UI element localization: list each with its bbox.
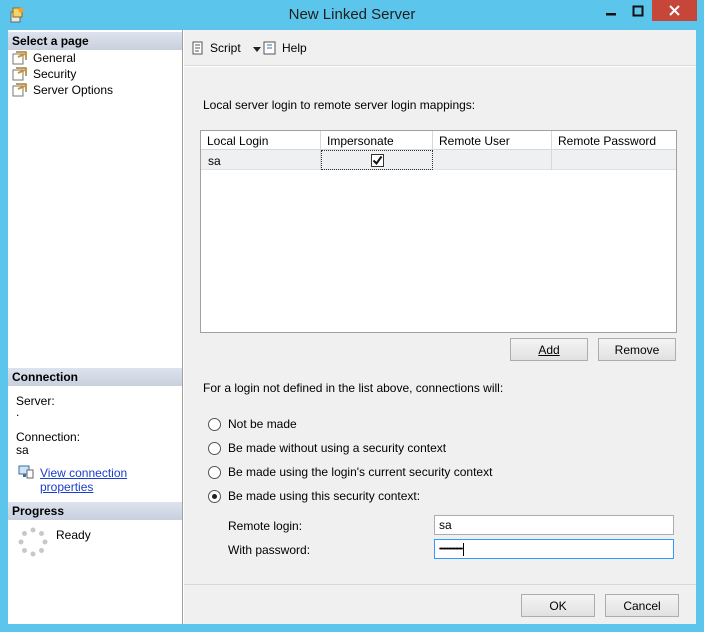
- radio-button-selected[interactable]: [208, 489, 221, 503]
- radio-not-be-made[interactable]: Not be made: [208, 417, 297, 431]
- password-input[interactable]: ••••••••••••••••: [434, 539, 674, 559]
- not-defined-caption: For a login not defined in the list abov…: [203, 381, 504, 395]
- script-icon: [192, 41, 203, 55]
- view-connection-properties-link[interactable]: View connection properties: [40, 466, 182, 494]
- help-icon: [263, 41, 276, 55]
- minimize-button[interactable]: [598, 0, 624, 21]
- server-value: .: [16, 405, 20, 419]
- radio-this-security-context[interactable]: Be made using this security context:: [208, 489, 420, 503]
- select-page-header: Select a page: [8, 32, 182, 50]
- cell-impersonate[interactable]: [321, 150, 433, 170]
- server-label: Server:: [16, 394, 55, 408]
- cancel-button-label: Cancel: [623, 598, 661, 613]
- nav-item-label: Server Options: [33, 83, 114, 97]
- page-icon: [12, 83, 28, 97]
- connection-value: sa: [16, 443, 29, 457]
- nav-item-server-options[interactable]: Server Options: [12, 82, 113, 98]
- remote-login-label: Remote login:: [228, 519, 303, 533]
- nav-item-security[interactable]: Security: [12, 66, 76, 82]
- radio-current-security-context[interactable]: Be made using the login's current securi…: [208, 465, 492, 479]
- table-row[interactable]: sa: [201, 150, 676, 170]
- radio-label: Not be made: [228, 417, 297, 431]
- remove-button[interactable]: Remove: [598, 338, 676, 361]
- password-mask: ••••••••••••••••: [439, 545, 463, 553]
- radio-without-security-context[interactable]: Be made without using a security context: [208, 441, 446, 455]
- radio-button[interactable]: [208, 417, 221, 431]
- close-icon: [669, 5, 680, 16]
- column-header-remote-user[interactable]: Remote User: [433, 131, 552, 150]
- cell-remote-user[interactable]: [433, 150, 552, 170]
- dialog-footer: OK Cancel: [184, 584, 696, 624]
- close-button[interactable]: [652, 0, 697, 21]
- help-button[interactable]: Help: [262, 40, 307, 56]
- ok-button[interactable]: OK: [521, 594, 595, 617]
- password-label: With password:: [228, 543, 311, 557]
- toolbar: Script Help: [184, 30, 696, 66]
- nav-item-label: Security: [33, 67, 77, 81]
- page-icon: [12, 67, 28, 81]
- column-header-impersonate[interactable]: Impersonate: [321, 131, 433, 150]
- help-label: Help: [282, 41, 307, 55]
- radio-label: Be made using this security context:: [228, 489, 421, 503]
- progress-header: Progress: [8, 502, 182, 520]
- nav-item-general[interactable]: General: [12, 50, 76, 66]
- text-caret: [463, 542, 465, 556]
- add-button-label: Add: [538, 342, 560, 357]
- remove-button-label: Remove: [614, 342, 660, 357]
- connection-properties-icon: [18, 465, 34, 482]
- login-mappings-grid[interactable]: Local Login Impersonate Remote User Remo…: [200, 130, 677, 333]
- script-button[interactable]: Script: [190, 40, 261, 56]
- progress-spinner-icon: [18, 527, 48, 560]
- left-pane: Select a page General Security Server Op…: [8, 30, 183, 624]
- connection-label: Connection:: [16, 430, 81, 444]
- connection-header: Connection: [8, 368, 182, 386]
- impersonate-checkbox[interactable]: [371, 154, 384, 167]
- remote-login-input[interactable]: sa: [434, 515, 674, 535]
- nav-item-label: General: [33, 51, 76, 65]
- column-header-remote-password[interactable]: Remote Password: [552, 131, 676, 150]
- maximize-button[interactable]: [625, 0, 651, 21]
- radio-label: Be made without using a security context: [228, 441, 447, 455]
- cancel-button[interactable]: Cancel: [605, 594, 679, 617]
- progress-status: Ready: [56, 528, 91, 542]
- column-header-local-login[interactable]: Local Login: [201, 131, 321, 150]
- grid-header: Local Login Impersonate Remote User Remo…: [201, 131, 676, 150]
- radio-button[interactable]: [208, 465, 221, 479]
- radio-label: Be made using the login's current securi…: [228, 465, 493, 479]
- radio-button[interactable]: [208, 441, 221, 455]
- page-icon: [12, 51, 28, 65]
- mappings-caption: Local server login to remote server logi…: [203, 98, 476, 112]
- ok-button-label: OK: [549, 598, 567, 613]
- checkmark-icon: [372, 155, 383, 166]
- script-dropdown-arrow-icon[interactable]: [252, 41, 261, 55]
- script-label: Script: [210, 41, 241, 55]
- cell-local-login[interactable]: sa: [201, 150, 321, 170]
- cell-remote-password[interactable]: [552, 150, 676, 170]
- add-button[interactable]: Add: [510, 338, 588, 361]
- title-bar[interactable]: New Linked Server: [0, 0, 704, 30]
- dialog-client-area: Select a page General Security Server Op…: [8, 30, 696, 624]
